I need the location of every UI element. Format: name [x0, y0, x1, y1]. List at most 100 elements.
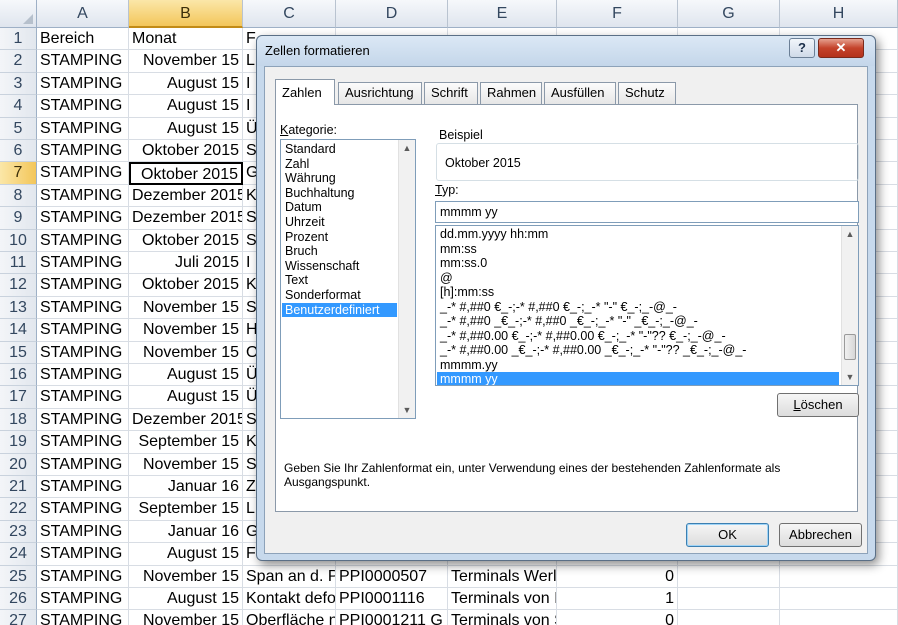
cancel-button[interactable]: Abbrechen — [779, 523, 862, 547]
row-header[interactable]: 21 — [0, 476, 37, 499]
category-item[interactable]: Buchhaltung — [282, 186, 397, 201]
cell[interactable]: Dezember 2015 — [129, 184, 243, 208]
cell[interactable]: Oktober 2015 — [129, 274, 243, 297]
format-item[interactable]: _-* #,##0 _€_-;-* #,##0 _€_-;_-* "-" _€_… — [437, 314, 839, 329]
cell[interactable]: Terminals von I — [448, 588, 557, 611]
cell[interactable]: September 15 — [129, 498, 243, 521]
category-item[interactable]: Prozent — [282, 230, 397, 245]
cell[interactable]: 1 — [557, 588, 678, 611]
category-scrollbar[interactable]: ▲ ▼ — [398, 140, 415, 418]
format-item[interactable]: _-* #,##0 €_-;-* #,##0 €_-;_-* "-" €_-;_… — [437, 300, 839, 315]
row-header[interactable]: 24 — [0, 543, 37, 566]
close-button[interactable]: ✕ — [818, 38, 864, 58]
format-item[interactable]: mmmm yy — [437, 372, 839, 385]
cell[interactable]: PPI0001211 G — [336, 610, 448, 625]
cell[interactable] — [780, 610, 898, 625]
cell[interactable]: STAMPING — [37, 364, 129, 387]
delete-button[interactable]: Löschen — [777, 393, 859, 417]
format-item[interactable]: @ — [437, 271, 839, 286]
cell[interactable]: Januar 16 — [129, 520, 243, 544]
row-header[interactable]: 20 — [0, 453, 37, 476]
cell[interactable]: STAMPING — [37, 565, 129, 588]
scroll-down-icon[interactable]: ▼ — [842, 369, 858, 385]
category-item[interactable]: Währung — [282, 171, 397, 186]
cell[interactable]: August 15 — [129, 386, 243, 409]
column-header-f[interactable]: F — [557, 0, 678, 28]
row-header[interactable]: 4 — [0, 95, 37, 118]
cell[interactable]: November 15 — [129, 565, 243, 588]
cell[interactable]: August 15 — [129, 72, 243, 96]
cell[interactable]: August 15 — [129, 95, 243, 118]
select-all-corner[interactable] — [0, 0, 37, 28]
tab-rahmen[interactable]: Rahmen — [480, 82, 542, 104]
row-header[interactable]: 23 — [0, 520, 37, 544]
category-item[interactable]: Zahl — [282, 157, 397, 172]
column-header-h[interactable]: H — [780, 0, 898, 28]
format-item[interactable]: [h]:mm:ss — [437, 285, 839, 300]
row-header[interactable]: 7 — [0, 162, 37, 185]
cell[interactable]: STAMPING — [37, 274, 129, 297]
tab-ausfüllen[interactable]: Ausfüllen — [544, 82, 616, 104]
format-item[interactable]: _-* #,##0.00 €_-;-* #,##0.00 €_-;_-* "-"… — [437, 329, 839, 344]
cell[interactable]: STAMPING — [37, 476, 129, 499]
scroll-thumb[interactable] — [844, 334, 856, 360]
cell[interactable]: STAMPING — [37, 296, 129, 320]
column-header-b[interactable]: B — [129, 0, 243, 28]
category-item[interactable]: Sonderformat — [282, 288, 397, 303]
scroll-up-icon[interactable]: ▲ — [842, 226, 858, 242]
cell[interactable]: STAMPING — [37, 140, 129, 163]
cell[interactable]: Oberfläche n — [243, 610, 336, 625]
row-header[interactable]: 12 — [0, 274, 37, 297]
row-header[interactable]: 17 — [0, 386, 37, 409]
help-button[interactable]: ? — [789, 38, 815, 58]
row-header[interactable]: 2 — [0, 50, 37, 73]
format-item[interactable]: dd.mm.yyyy hh:mm — [437, 227, 839, 242]
cell[interactable]: Oktober 2015 — [129, 229, 243, 252]
cell[interactable]: Monat — [129, 28, 243, 51]
cell[interactable] — [678, 610, 780, 625]
cell[interactable]: Bereich — [37, 28, 129, 51]
cell[interactable]: 0 — [557, 610, 678, 625]
cell[interactable]: Dezember 2015 — [129, 207, 243, 230]
cell[interactable] — [780, 565, 898, 588]
cell[interactable]: November 15 — [129, 341, 243, 364]
row-header[interactable]: 15 — [0, 341, 37, 364]
cell[interactable]: August 15 — [129, 543, 243, 566]
cell[interactable]: STAMPING — [37, 431, 129, 454]
cell[interactable]: STAMPING — [37, 453, 129, 476]
cell[interactable] — [678, 588, 780, 611]
row-header[interactable]: 18 — [0, 408, 37, 432]
format-item[interactable]: mm:ss — [437, 242, 839, 257]
cell[interactable]: STAMPING — [37, 520, 129, 544]
format-scrollbar[interactable]: ▲ ▼ — [841, 226, 858, 385]
cell[interactable]: Terminals von S — [448, 610, 557, 625]
cell[interactable]: STAMPING — [37, 50, 129, 73]
scroll-down-icon[interactable]: ▼ — [399, 402, 415, 418]
cell[interactable]: STAMPING — [37, 408, 129, 432]
cell[interactable]: STAMPING — [37, 610, 129, 625]
tab-zahlen[interactable]: Zahlen — [275, 79, 335, 105]
type-input[interactable] — [435, 201, 859, 223]
cell[interactable]: STAMPING — [37, 252, 129, 275]
cell[interactable]: Juli 2015 — [129, 252, 243, 275]
cell[interactable]: November 15 — [129, 319, 243, 342]
row-header[interactable]: 11 — [0, 252, 37, 275]
active-cell[interactable]: Oktober 2015 — [129, 162, 243, 185]
row-header[interactable]: 22 — [0, 498, 37, 521]
row-header[interactable]: 26 — [0, 588, 37, 611]
cell[interactable]: August 15 — [129, 117, 243, 140]
row-header[interactable]: 14 — [0, 319, 37, 342]
ok-button[interactable]: OK — [686, 523, 769, 547]
category-item[interactable]: Text — [282, 273, 397, 288]
category-item[interactable]: Benutzerdefiniert — [282, 302, 397, 318]
cell[interactable]: August 15 — [129, 588, 243, 611]
cell[interactable]: Span an d. Pr — [243, 565, 336, 588]
cell[interactable]: Oktober 2015 — [129, 140, 243, 163]
category-list[interactable]: ▲ ▼ Standard Zahl Währung Buchhaltung Datum U… — [280, 139, 416, 419]
category-item[interactable]: Standard — [282, 142, 397, 157]
cell[interactable]: August 15 — [129, 364, 243, 387]
column-header-d[interactable]: D — [336, 0, 448, 28]
cell[interactable]: STAMPING — [37, 117, 129, 140]
format-item[interactable]: _-* #,##0.00 _€_-;-* #,##0.00 _€_-;_-* "… — [437, 343, 839, 358]
cell[interactable]: STAMPING — [37, 319, 129, 342]
